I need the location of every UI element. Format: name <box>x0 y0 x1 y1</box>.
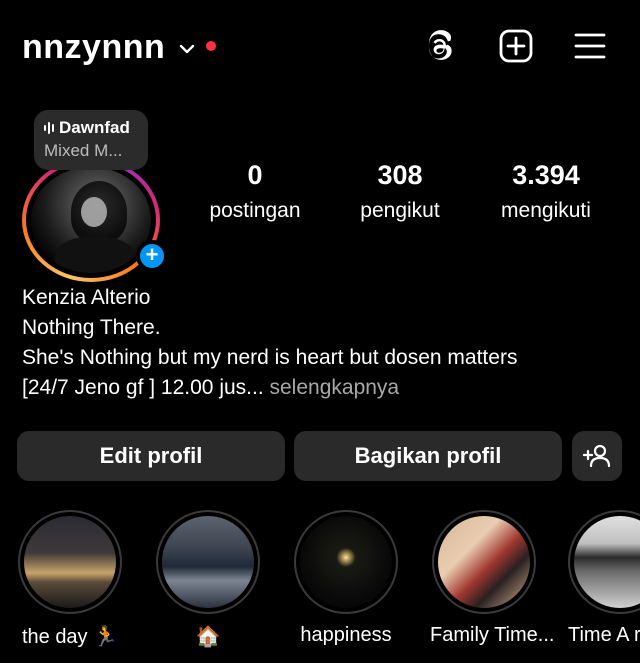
add-person-icon <box>583 444 611 468</box>
highlight-label: Time A ra <box>568 624 640 646</box>
highlight-thumbnail <box>162 516 254 608</box>
stat-label: mengikuti <box>501 199 591 222</box>
chevron-down-icon[interactable] <box>178 40 196 58</box>
stat-posts[interactable]: 0 postingan <box>200 160 310 223</box>
see-more-link[interactable]: selengkapnya <box>264 376 400 399</box>
highlight-item[interactable]: happiness <box>292 510 400 647</box>
stat-followers[interactable]: 308 pengikut <box>350 160 450 223</box>
bio-line: She's Nothing but my nerd is heart but d… <box>22 346 518 369</box>
profile-header: nnzynnn <box>0 0 640 100</box>
highlight-thumbnail <box>300 516 392 608</box>
note-title: Dawnfad <box>59 118 130 137</box>
username[interactable]: nnzynnn <box>22 28 165 67</box>
audio-bars-icon <box>44 121 54 135</box>
highlight-item[interactable]: 🏠 <box>154 510 262 649</box>
highlight-label: the day 🏃 <box>21 626 119 648</box>
threads-icon[interactable] <box>420 26 460 66</box>
avatar-photo <box>31 167 151 273</box>
highlight-item[interactable]: the day 🏃 <box>16 510 124 649</box>
create-icon[interactable] <box>496 26 536 66</box>
highlight-label: happiness <box>300 624 392 646</box>
edit-profile-button[interactable]: Edit profil <box>17 431 285 481</box>
display-name: Kenzia Alterio <box>22 286 151 309</box>
highlight-label: Family Time... <box>430 624 555 646</box>
menu-icon[interactable] <box>570 26 610 66</box>
profile-avatar[interactable]: + <box>22 158 168 284</box>
bio-line: Nothing There. <box>22 316 161 339</box>
stat-label: pengikut <box>360 199 440 222</box>
share-profile-button[interactable]: Bagikan profil <box>294 431 562 481</box>
add-story-plus-icon[interactable]: + <box>136 240 168 272</box>
stat-value: 0 <box>247 160 263 190</box>
stat-value: 308 <box>377 160 423 190</box>
bio-line: [24/7 Jeno gf ] 12.00 jus... <box>22 376 264 399</box>
highlight-item[interactable]: Family Time... <box>430 510 555 647</box>
music-note-bubble[interactable]: Dawnfad Mixed M... <box>34 110 148 170</box>
discover-people-button[interactable] <box>572 431 622 481</box>
profile-bio: Kenzia Alterio Nothing There. She's Noth… <box>22 286 622 400</box>
note-subtitle: Mixed M... <box>44 141 123 160</box>
highlight-item[interactable]: Time A ra <box>568 510 640 647</box>
stat-value: 3.394 <box>512 160 580 190</box>
highlight-thumbnail <box>574 516 640 608</box>
notification-dot <box>206 41 216 51</box>
highlight-thumbnail <box>24 516 116 608</box>
highlight-thumbnail <box>438 516 530 608</box>
stat-label: postingan <box>209 199 301 222</box>
stat-following[interactable]: 3.394 mengikuti <box>488 160 604 223</box>
highlight-label: 🏠 <box>195 626 221 648</box>
